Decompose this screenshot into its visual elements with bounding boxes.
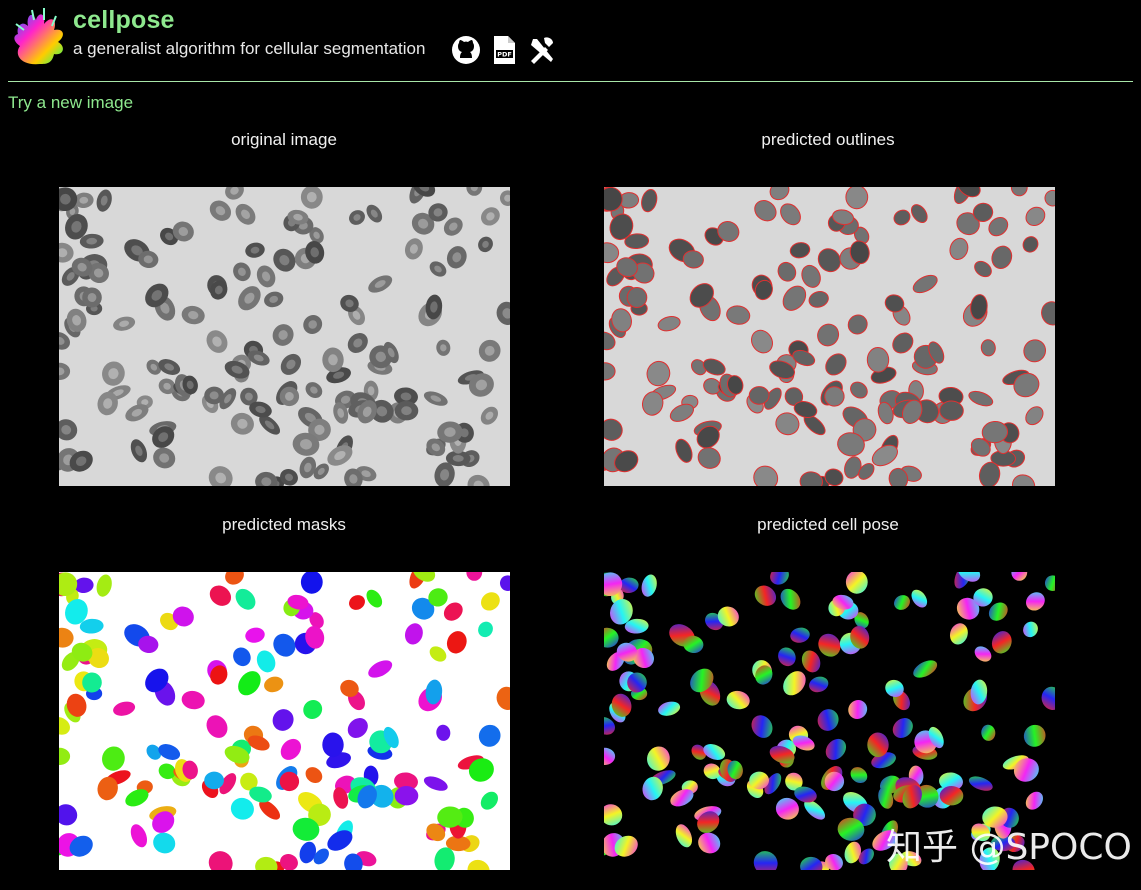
watermark: 知乎 @SPOCO <box>886 827 1132 868</box>
tools-icon[interactable] <box>527 35 557 65</box>
app-subtitle: a generalist algorithm for cellular segm… <box>73 39 426 58</box>
predicted-outlines-image <box>604 187 1055 486</box>
cellpose-logo-icon <box>14 8 63 65</box>
original-image <box>59 187 510 486</box>
header-icon-links: PDF <box>451 35 557 65</box>
try-new-image-link[interactable]: Try a new image <box>8 93 133 113</box>
predicted-masks-graphic <box>59 572 510 870</box>
svg-text:PDF: PDF <box>497 51 512 59</box>
github-icon[interactable] <box>451 35 481 65</box>
header-divider <box>8 81 1133 82</box>
app-header: cellpose a generalist algorithm for cell… <box>10 4 1130 72</box>
panel-title-original: original image <box>231 130 337 149</box>
panel-title-outlines: predicted outlines <box>761 130 895 149</box>
panel-title-cell-pose: predicted cell pose <box>757 515 899 534</box>
panel-title-masks: predicted masks <box>222 515 346 534</box>
predicted-outlines-graphic <box>604 187 1055 486</box>
original-image-graphic <box>59 187 510 486</box>
predicted-masks-image <box>59 572 510 870</box>
pdf-icon[interactable]: PDF <box>489 35 519 65</box>
app-title: cellpose <box>73 6 175 34</box>
